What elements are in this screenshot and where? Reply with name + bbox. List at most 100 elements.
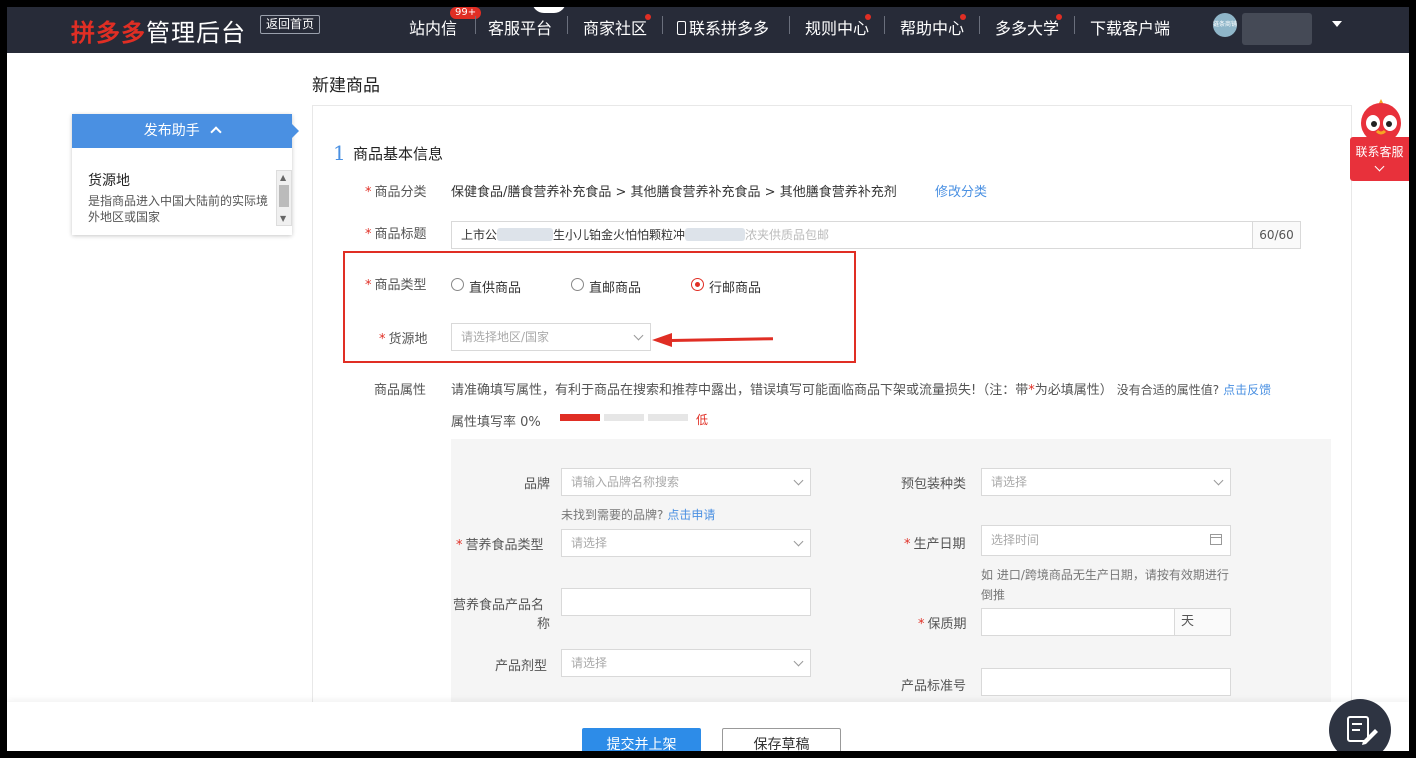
edit-note-button[interactable] [1329, 699, 1391, 751]
chevron-down-icon [1213, 475, 1224, 486]
notification-dot [645, 14, 651, 20]
page-title: 新建商品 [312, 76, 380, 96]
apply-brand-link[interactable]: 点击申请 [667, 508, 715, 522]
nav-download-client[interactable]: 下载客户端 [1090, 15, 1170, 39]
nutrition-type-label: * 营养食品类型 [456, 534, 544, 553]
product-title-part: 上市公 [461, 228, 498, 242]
nav-divider [789, 16, 790, 34]
brand-search-select[interactable]: 请输入品牌名称搜索 [561, 468, 811, 496]
edit-category-link[interactable]: 修改分类 [935, 181, 987, 200]
scroll-up-icon[interactable]: ▲ [280, 174, 286, 182]
attributes-note-tail: 为必填属性） [1034, 383, 1113, 398]
publish-assistant-title: 发布助手 [143, 123, 200, 139]
title-label-text: 商品标题 [374, 227, 427, 242]
save-draft-button[interactable]: 保存草稿 [722, 728, 841, 751]
nutrition-type-select[interactable]: 请选择 [561, 529, 811, 557]
logo-suffix: 管理后台 [146, 19, 246, 47]
shelf-life-unit: 天 [1174, 609, 1230, 635]
shelf-life-input[interactable]: 天 [981, 608, 1231, 636]
annotation-arrow-icon [652, 333, 672, 347]
nav-divider [567, 16, 568, 34]
chevron-down-icon [1374, 161, 1385, 172]
nav-contact-pdd[interactable]: 联系拼多多 [677, 15, 769, 39]
nav-divider [979, 16, 980, 34]
publish-assistant-toggle[interactable]: 发布助手 [72, 114, 299, 148]
nav-inbox[interactable]: 站内信 [409, 15, 457, 39]
required-mark: * [456, 538, 463, 553]
calendar-icon [1210, 534, 1222, 545]
notification-dot [1056, 14, 1062, 20]
customer-service-widget[interactable]: 联系客服 [1350, 97, 1409, 191]
logo[interactable]: 拼多多管理后台 [71, 13, 246, 48]
nav-divider [475, 16, 476, 34]
title-label: * 商品标题 [365, 223, 427, 242]
chevron-down-icon [793, 536, 804, 547]
username-redacted[interactable] [1242, 13, 1312, 45]
nav-rules-center[interactable]: 规则中心 [805, 15, 869, 39]
contact-service-label: 联系客服 [1355, 145, 1404, 159]
chevron-down-icon[interactable] [1332, 21, 1342, 27]
brand-label: 品牌 [524, 477, 551, 492]
package-type-label: 预包装种类 [901, 477, 967, 492]
dosage-form-label: 产品剂型 [495, 659, 548, 674]
package-placeholder: 请选择 [991, 475, 1028, 489]
category-label-text: 商品分类 [374, 185, 427, 200]
inbox-badge: 99+ [450, 7, 482, 19]
edit-icon [1347, 716, 1378, 745]
brand-hint-text: 未找到需要的品牌? [561, 508, 664, 522]
nav-duoduo-university[interactable]: 多多大学 [995, 15, 1059, 39]
standard-number-input[interactable] [981, 668, 1231, 696]
nav-customer-service[interactable]: 客服平台 [488, 15, 552, 39]
required-mark: * [365, 227, 372, 242]
contact-service-button[interactable]: 联系客服 [1350, 137, 1409, 181]
back-home-button[interactable]: 返回首页 [260, 15, 321, 34]
product-title-input[interactable]: 上市公 生小儿铂金火怕怕颗粒冲 浓夹供质品包邮 60/60 [451, 221, 1301, 249]
fill-rate-segment [560, 414, 600, 421]
assistant-scrollbar[interactable]: ▲ ▼ [276, 170, 292, 226]
section-number: 1 [333, 141, 346, 165]
submit-and-list-button[interactable]: 提交并上架 [582, 728, 701, 751]
production-date-label: * 生产日期 [904, 533, 966, 552]
nav-merchant-community[interactable]: 商家社区 [583, 15, 647, 39]
redacted-text [497, 228, 554, 241]
app-window: 拼多多管理后台 返回首页 站内信 99+ 客服平台 商家社区 联系拼多多 规则中… [7, 7, 1409, 751]
avatar[interactable]: 链条商铺 [1213, 13, 1237, 37]
nutrition-type-label-text: 营养食品类型 [465, 538, 544, 553]
scroll-down-icon[interactable]: ▼ [280, 215, 286, 223]
nav-contact-pdd-label: 联系拼多多 [689, 19, 770, 38]
dosage-form-select[interactable]: 请选择 [561, 649, 811, 677]
shelf-life-label-text: 保质期 [927, 617, 967, 632]
phone-icon [677, 21, 686, 35]
product-title-part: 生小儿铂金火怕怕颗粒冲 [553, 228, 686, 242]
notification-dot [865, 14, 871, 20]
assistant-item-title: 货源地 [88, 173, 130, 189]
nav-divider [1074, 16, 1075, 34]
product-name-input[interactable] [561, 588, 811, 616]
attributes-note: 请准确填写属性，有利于商品在搜索和推荐中露出，错误填写可能面临商品下架或流量损失… [451, 379, 1271, 398]
feedback-link[interactable]: 点击反馈 [1223, 383, 1271, 397]
category-value: 保健食品/膳食营养补充食品 > 其他膳食营养补充食品 > 其他膳食营养补充剂 [451, 185, 897, 200]
shelf-life-label: * 保质期 [918, 613, 967, 632]
no-fitting-value-text: 没有合适的属性值? [1116, 383, 1220, 397]
scrollbar-thumb[interactable] [279, 185, 289, 207]
package-type-select[interactable]: 请选择 [981, 468, 1231, 496]
notch-decoration [532, 7, 566, 13]
highlight-annotation-box [343, 251, 856, 363]
nav-divider [662, 16, 663, 34]
required-mark: * [904, 537, 911, 552]
production-date-hint-2: 倒推 [981, 588, 1006, 602]
brand-placeholder: 请输入品牌名称搜索 [571, 475, 680, 489]
notification-dot [960, 14, 966, 20]
production-date-picker[interactable]: 选择时间 [981, 525, 1231, 556]
nutrition-type-placeholder: 请选择 [571, 536, 608, 550]
chevron-down-icon [793, 656, 804, 667]
footer-bar [7, 702, 1409, 751]
nav-help-center[interactable]: 帮助中心 [900, 15, 964, 39]
title-char-counter: 60/60 [1252, 222, 1300, 248]
required-mark: * [918, 617, 925, 632]
product-title-value: 上市公 生小儿铂金火怕怕颗粒冲 浓夹供质品包邮 [461, 222, 829, 248]
fill-rate-level: 低 [696, 413, 709, 427]
production-date-hint: 如 进口/跨境商品无生产日期，请按有效期进行 [981, 568, 1229, 582]
product-title-part: 浓夹供质品包邮 [745, 228, 830, 242]
fill-rate-segment [604, 414, 644, 421]
